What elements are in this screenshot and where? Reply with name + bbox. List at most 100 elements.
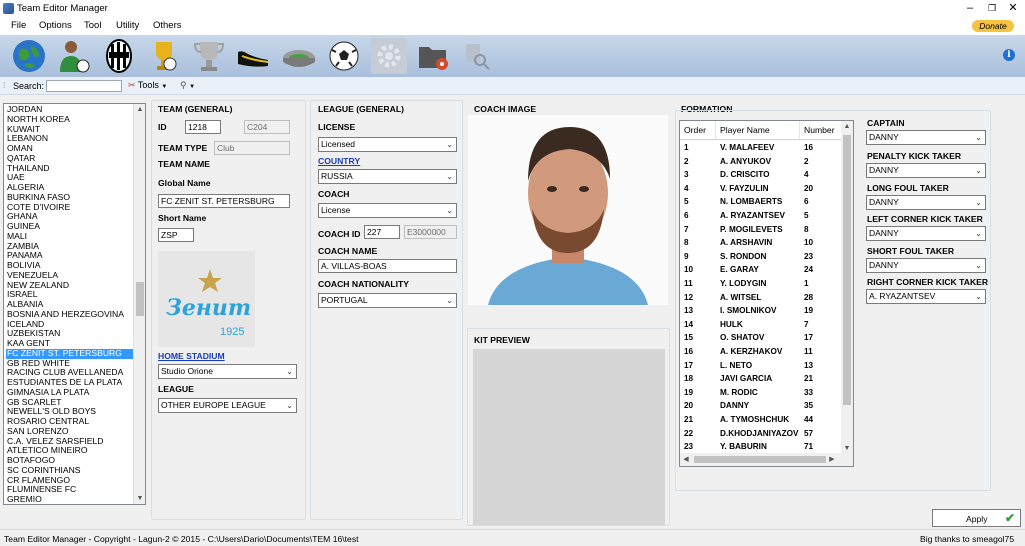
table-row[interactable]: 4 V. FAYZULIN 20	[680, 182, 842, 196]
list-item[interactable]: NORTH KOREA	[6, 115, 134, 125]
list-item[interactable]: GUINEA	[6, 222, 134, 232]
list-item[interactable]: FLUMINENSE FC	[6, 485, 134, 495]
long-foul-taker-select[interactable]: DANNY ⌄	[866, 195, 986, 210]
table-row[interactable]: 22 D.KHODJANIYAZOV 57	[680, 427, 842, 441]
table-row[interactable]: 5 N. LOMBAERTS 6	[680, 195, 842, 209]
global-name-field[interactable]: FC ZENIT ST. PETERSBURG	[158, 194, 290, 208]
formation-table[interactable]: Order Player Name Number 1 V. MALAFEEV 16 2…	[679, 120, 854, 467]
coach-nationality-select[interactable]: PORTUGAL ⌄	[318, 293, 457, 308]
apply-button[interactable]: Apply ✔	[932, 509, 1021, 527]
list-item[interactable]: BOTAFOGO	[6, 456, 134, 466]
folder-settings-icon[interactable]	[416, 38, 452, 74]
home-stadium-link[interactable]: HOME STADIUM	[158, 351, 225, 361]
scroll-up-icon[interactable]: ▲	[134, 104, 145, 115]
list-item[interactable]: ATLETICO MINEIRO	[6, 446, 134, 456]
search-input[interactable]	[46, 80, 122, 92]
filter-dropdown-button[interactable]: ⚲ ▼	[180, 80, 195, 91]
column-header-player-name[interactable]: Player Name	[716, 121, 800, 140]
search-tools-icon[interactable]	[458, 38, 494, 74]
list-item[interactable]: UAE	[6, 173, 134, 183]
team-list[interactable]: JORDAN NORTH KOREA KUWAIT LEBANON OMAN QATAR T…	[3, 103, 146, 505]
trophy-silver-icon[interactable]	[191, 38, 227, 74]
list-item[interactable]: NEW ZEALAND	[6, 281, 134, 291]
list-item[interactable]: BOSNIA AND HERZEGOVINA	[6, 310, 134, 320]
list-item[interactable]: NEWELL'S OLD BOYS	[6, 407, 134, 417]
table-row[interactable]: 10 E. GARAY 24	[680, 263, 842, 277]
left-corner-kick-taker-select[interactable]: DANNY ⌄	[866, 226, 986, 241]
table-horizontal-scrollbar[interactable]: ◀ ▶	[680, 453, 853, 466]
settings-gear-icon[interactable]	[371, 38, 407, 74]
list-item[interactable]: COTE D'IVOIRE	[6, 203, 134, 213]
table-row[interactable]: 1 V. MALAFEEV 16	[680, 141, 842, 155]
list-item[interactable]: OMAN	[6, 144, 134, 154]
home-stadium-select[interactable]: Studio Orione ⌄	[158, 364, 297, 379]
coach-license-select[interactable]: License ⌄	[318, 203, 457, 218]
list-item[interactable]: GREMIO	[6, 495, 134, 504]
list-scroll-thumb[interactable]	[136, 282, 144, 316]
list-item[interactable]: THAILAND	[6, 164, 134, 174]
globe-icon[interactable]	[11, 38, 47, 74]
penalty-kick-taker-select[interactable]: DANNY ⌄	[866, 163, 986, 178]
country-select[interactable]: RUSSIA ⌄	[318, 169, 457, 184]
list-item[interactable]: CR FLAMENGO	[6, 476, 134, 486]
list-item[interactable]: VENEZUELA	[6, 271, 134, 281]
list-item[interactable]: ISRAEL	[6, 290, 134, 300]
scroll-down-icon[interactable]: ▼	[134, 493, 145, 504]
table-row[interactable]: 11 Y. LODYGIN 1	[680, 277, 842, 291]
scroll-left-icon[interactable]: ◀	[680, 454, 692, 465]
stadium-icon[interactable]	[281, 38, 317, 74]
list-scrollbar[interactable]: ▲ ▼	[133, 104, 145, 504]
table-row[interactable]: 2 A. ANYUKOV 2	[680, 155, 842, 169]
column-header-order[interactable]: Order	[680, 121, 716, 140]
table-row[interactable]: 21 A. TYMOSHCHUK 44	[680, 413, 842, 427]
scroll-right-icon[interactable]: ▶	[826, 454, 838, 465]
short-name-field[interactable]: ZSP	[158, 228, 194, 242]
list-item[interactable]: JORDAN	[6, 105, 134, 115]
trophy-gold-icon[interactable]	[146, 38, 182, 74]
team-logo[interactable]: Зенит 1925	[158, 251, 255, 347]
table-row[interactable]: 23 Y. BABURIN 71	[680, 440, 842, 454]
table-row[interactable]: 3 D. CRISCITO 4	[680, 168, 842, 182]
list-item[interactable]: PANAMA	[6, 251, 134, 261]
table-row[interactable]: 8 A. ARSHAVIN 10	[680, 236, 842, 250]
table-row[interactable]: 16 A. KERZHAKOV 11	[680, 345, 842, 359]
list-item[interactable]: GHANA	[6, 212, 134, 222]
list-item[interactable]: ESTUDIANTES DE LA PLATA	[6, 378, 134, 388]
short-foul-taker-select[interactable]: DANNY ⌄	[866, 258, 986, 273]
table-vertical-scrollbar[interactable]: ▲ ▼	[841, 121, 853, 454]
list-item[interactable]: BOLIVIA	[6, 261, 134, 271]
list-item[interactable]: RACING CLUB AVELLANEDA	[6, 368, 134, 378]
table-row[interactable]: 20 DANNY 35	[680, 399, 842, 413]
list-item[interactable]: UZBEKISTAN	[6, 329, 134, 339]
menu-file[interactable]: File	[11, 20, 26, 31]
list-item[interactable]: ICELAND	[6, 320, 134, 330]
list-item[interactable]: ROSARIO CENTRAL	[6, 417, 134, 427]
menu-tool[interactable]: Tool	[84, 20, 101, 31]
table-row[interactable]: 17 L. NETO 13	[680, 359, 842, 373]
coach-id-field[interactable]: 227	[364, 225, 400, 239]
list-item[interactable]: KAA GENT	[6, 339, 134, 349]
table-row[interactable]: 7 P. MOGILEVETS 8	[680, 223, 842, 237]
table-row[interactable]: 6 A. RYAZANTSEV 5	[680, 209, 842, 223]
license-select[interactable]: Licensed ⌄	[318, 137, 457, 152]
list-item[interactable]: BURKINA FASO	[6, 193, 134, 203]
close-button[interactable]: ✕	[996, 0, 1025, 18]
table-row[interactable]: 13 I. SMOLNIKOV 19	[680, 304, 842, 318]
list-item[interactable]: GB RED WHITE	[6, 359, 134, 369]
menu-options[interactable]: Options	[39, 20, 72, 31]
table-row[interactable]: 18 JAVI GARCIA 21	[680, 372, 842, 386]
menu-others[interactable]: Others	[153, 20, 182, 31]
donate-button[interactable]: Donate	[972, 20, 1014, 32]
list-item[interactable]: SC CORINTHIANS	[6, 466, 134, 476]
table-hscroll-thumb[interactable]	[694, 456, 826, 463]
captain-select[interactable]: DANNY ⌄	[866, 130, 986, 145]
scroll-up-icon[interactable]: ▲	[841, 121, 853, 132]
coach-name-field[interactable]: A. VILLAS-BOAS	[318, 259, 457, 273]
list-item[interactable]: SAN LORENZO	[6, 427, 134, 437]
list-item[interactable]: ALBANIA	[6, 300, 134, 310]
list-item[interactable]: ALGERIA	[6, 183, 134, 193]
table-vscroll-thumb[interactable]	[843, 135, 851, 405]
league-select[interactable]: OTHER EUROPE LEAGUE ⌄	[158, 398, 297, 413]
table-row[interactable]: 9 S. RONDON 23	[680, 250, 842, 264]
player-icon[interactable]	[55, 38, 91, 74]
